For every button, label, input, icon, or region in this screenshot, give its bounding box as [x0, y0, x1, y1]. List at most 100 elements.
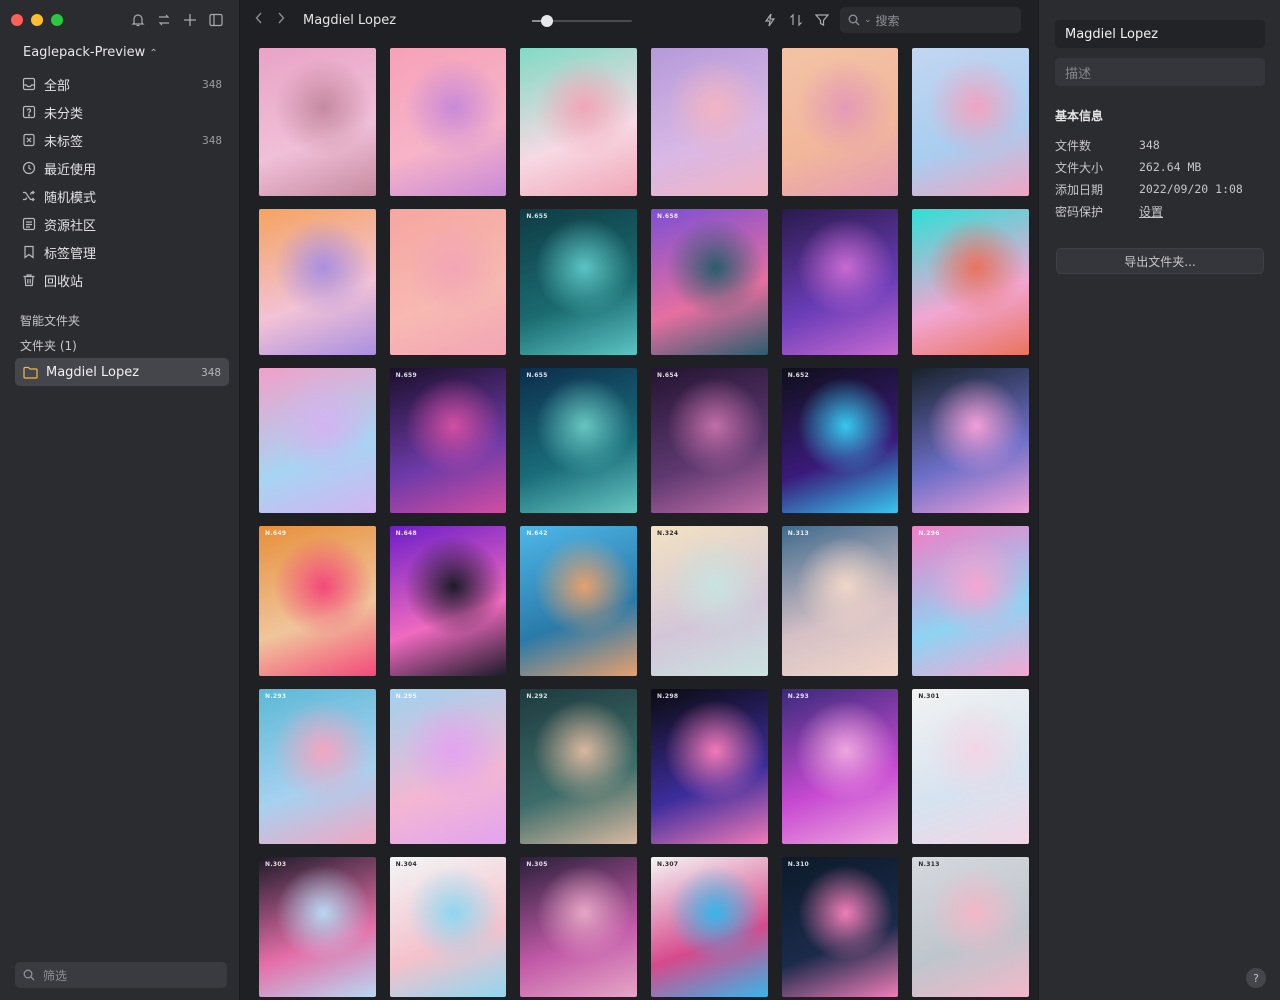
sidebar-item-0[interactable]: 全部 348	[14, 70, 230, 98]
inspector-panel: Magdiel Lopez 描述 基本信息 文件数 348 文件大小 262.64 M…	[1038, 0, 1280, 1000]
thumbnail[interactable]: N.648	[389, 526, 507, 676]
sidebar-item-7[interactable]: 回收站	[14, 266, 230, 294]
main-toolbar: Magdiel Lopez ⌄ 搜索	[241, 0, 1037, 40]
thumbnail[interactable]: N.304	[389, 857, 507, 997]
close-window-button[interactable]	[11, 14, 23, 26]
thumbnail[interactable]	[259, 209, 376, 355]
view-tools	[763, 12, 829, 28]
thumbnail[interactable]: N.649	[259, 526, 376, 676]
info-row: 添加日期 2022/09/20 1:08	[1055, 178, 1265, 200]
thumbnail-label: N.649	[265, 530, 287, 537]
sidebar-item-label: 回收站	[44, 274, 84, 290]
thumbnail[interactable]: N.303	[259, 857, 376, 997]
thumbnail[interactable]	[912, 209, 1030, 355]
thumbnail-label: N.292	[526, 693, 548, 700]
sidebar-item-5[interactable]: 资源社区	[14, 210, 230, 238]
thumbnail-label: N.293	[787, 693, 810, 700]
folder-magdiel-lopez[interactable]: Magdiel Lopez 348	[15, 358, 229, 386]
thumbnail[interactable]: N.658	[651, 209, 768, 355]
thumbnail[interactable]: N.295	[389, 689, 507, 844]
zoom-window-button[interactable]	[51, 14, 63, 26]
sidebar-item-6[interactable]: 标签管理	[14, 238, 230, 266]
thumbnail[interactable]: N.310	[781, 857, 899, 997]
info-value: 348	[1139, 138, 1160, 152]
thumbnail[interactable]	[781, 48, 899, 196]
thumbnail[interactable]	[912, 368, 1030, 513]
info-row: 文件大小 262.64 MB	[1055, 156, 1265, 178]
thumbnail[interactable]	[781, 209, 899, 355]
bell-icon[interactable]	[130, 11, 146, 29]
folder-icon	[23, 366, 38, 379]
thumbnail[interactable]: N.293	[259, 689, 376, 844]
thumbnail[interactable]: N.313	[781, 526, 899, 676]
folder-count: 348	[201, 365, 221, 379]
sidebar-item-count: 348	[202, 133, 222, 147]
sync-icon[interactable]	[156, 11, 172, 29]
chevron-updown-icon: ⌃	[149, 48, 158, 59]
thumbnail[interactable]	[651, 48, 768, 196]
shuffle-icon	[22, 189, 36, 203]
thumbnail[interactable]	[520, 48, 638, 196]
thumbnail[interactable]: N.654	[651, 368, 768, 513]
search-field[interactable]: ⌄ 搜索	[840, 7, 1021, 33]
grid-row: N.293 N.295 N.292 N.298 N.293 N.301	[259, 689, 1030, 844]
thumbnail-label: N.658	[657, 213, 679, 220]
export-folder-button[interactable]: 导出文件夹...	[1056, 248, 1264, 274]
thumbnail[interactable]: N.296	[912, 526, 1030, 676]
thumbnail[interactable]: N.305	[520, 857, 638, 997]
password-setup-link[interactable]: 设置	[1139, 203, 1163, 220]
forward-arrow-icon[interactable]	[277, 12, 285, 28]
thumbnail-label: N.648	[395, 530, 417, 537]
thumbnail[interactable]: N.324	[651, 526, 768, 676]
plus-icon[interactable]	[182, 11, 198, 29]
trash-icon	[22, 273, 36, 287]
minimize-window-button[interactable]	[31, 14, 43, 26]
filter-input[interactable]: 筛选	[15, 962, 227, 988]
bookmark-icon	[22, 245, 36, 259]
thumbnail[interactable]	[259, 368, 376, 513]
thumbnail[interactable]: N.652	[781, 368, 899, 513]
sidebar-item-1[interactable]: 未分类	[14, 98, 230, 126]
folder-name-field[interactable]: Magdiel Lopez	[1055, 20, 1265, 48]
info-key: 密码保护	[1055, 204, 1104, 219]
thumbnail-label: N.313	[787, 530, 810, 537]
sidebar-item-label: 全部	[44, 78, 71, 94]
thumbnail-label: N.313	[918, 861, 940, 868]
thumbnail[interactable]: N.298	[651, 689, 768, 844]
filter-funnel-icon[interactable]	[815, 12, 829, 28]
thumbnail-label: N.305	[526, 861, 548, 868]
thumbnail[interactable]: N.307	[651, 857, 768, 997]
smart-folders-header[interactable]: 智能文件夹	[20, 312, 80, 329]
sidebar-item-3[interactable]: 最近使用	[14, 154, 230, 182]
thumbnail[interactable]: N.655	[520, 368, 638, 513]
info-value: 2022/09/20 1:08	[1139, 182, 1243, 196]
chevron-down-icon[interactable]: ⌄	[864, 15, 872, 25]
folders-header[interactable]: 文件夹 (1)	[20, 337, 77, 354]
thumbnail[interactable]: N.642	[520, 526, 638, 676]
library-switcher[interactable]: Eaglepack-Preview ⌃	[23, 45, 158, 60]
zoom-slider[interactable]	[532, 15, 632, 27]
thumbnail[interactable]: N.659	[389, 368, 507, 513]
zoom-slider-knob[interactable]	[541, 15, 553, 27]
thumbnail[interactable]: N.313	[912, 857, 1030, 997]
sort-icon[interactable]	[789, 12, 803, 28]
grid-row: N.303 N.304 N.305 N.307 N.310 N.313	[259, 857, 1030, 997]
back-arrow-icon[interactable]	[255, 12, 263, 28]
description-field[interactable]: 描述	[1055, 58, 1265, 86]
thumbnail[interactable]	[912, 48, 1030, 196]
window-controls	[11, 14, 63, 26]
lightning-icon[interactable]	[763, 12, 777, 28]
thumbnail[interactable]	[389, 209, 507, 355]
sidebar-toggle-icon[interactable]	[208, 11, 224, 29]
thumbnail[interactable]: N.655	[520, 209, 638, 355]
thumbnail[interactable]: N.293	[781, 689, 899, 844]
sidebar-item-4[interactable]: 随机模式	[14, 182, 230, 210]
grid-row	[259, 48, 1030, 196]
thumbnail[interactable]	[259, 48, 376, 196]
sidebar-item-2[interactable]: 未标签 348	[14, 126, 230, 154]
thumbnail[interactable]	[389, 48, 507, 196]
help-button[interactable]: ?	[1246, 968, 1266, 988]
community-icon	[22, 217, 36, 231]
thumbnail[interactable]: N.292	[520, 689, 638, 844]
thumbnail[interactable]: N.301	[912, 689, 1030, 844]
